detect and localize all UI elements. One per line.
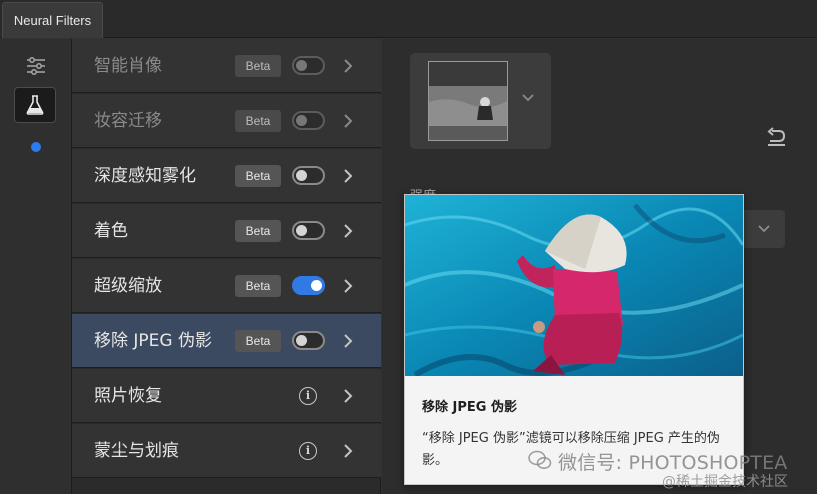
toggle-knob [296,60,307,71]
left-rail [0,39,72,494]
filter-row[interactable]: 超级缩放 Beta [72,259,381,313]
title-bar: Neural Filters [0,0,817,38]
info-icon[interactable]: i [299,387,317,405]
chevron-right-icon[interactable] [340,166,356,186]
beta-badge: Beta [235,220,281,242]
beta-badge: Beta [235,275,281,297]
flask-icon [26,95,44,115]
preview-thumbnail [428,61,508,141]
chevron-right-icon[interactable] [340,386,356,406]
filter-toggle[interactable] [292,111,325,130]
toggle-knob [296,335,307,346]
beta-badge: Beta [235,110,281,132]
filter-toggle[interactable] [292,331,325,350]
filter-row[interactable]: 妆容迁移 Beta [72,94,381,148]
toggle-knob [311,280,322,291]
beta-badge: Beta [235,55,281,77]
filter-label: 妆容迁移 [94,111,162,131]
chevron-right-icon[interactable] [340,331,356,351]
filter-toggle[interactable] [292,276,325,295]
chevron-right-icon[interactable] [340,111,356,131]
toggle-knob [296,170,307,181]
chevron-down-icon[interactable] [520,91,536,105]
chevron-right-icon[interactable] [340,441,356,461]
wechat-icon [528,450,552,469]
filter-row[interactable]: 移除 JPEG 伪影 Beta [72,314,381,368]
filter-label: 超级缩放 [94,276,162,296]
undo-icon[interactable] [764,127,788,147]
filter-label: 蒙尘与划痕 [94,441,179,461]
status-dot [31,142,41,152]
tooltip-example-image [405,195,743,376]
filter-toggle[interactable] [292,166,325,185]
chevron-right-icon[interactable] [340,221,356,241]
filter-toggle[interactable] [292,56,325,75]
beta-badge: Beta [235,165,281,187]
flask-button[interactable] [14,87,56,123]
chevron-right-icon[interactable] [340,276,356,296]
tooltip-title: 移除 JPEG 伪影 [422,400,517,415]
filter-row[interactable]: 深度感知雾化 Beta [72,149,381,203]
filter-label: 着色 [94,221,128,241]
chevron-down-icon[interactable] [756,222,772,236]
watermark-secondary: @稀土掘金技术社区 [662,474,788,490]
filter-row[interactable]: 蒙尘与划痕 i [72,424,381,478]
filter-label: 智能肖像 [94,56,162,76]
filter-list: 智能肖像 Beta 妆容迁移 Beta 深度感知雾化 Beta 着色 Beta 超级缩放 Beta… [72,39,381,494]
filter-label: 移除 JPEG 伪影 [94,331,212,351]
settings-sliders-icon[interactable] [26,57,46,75]
filter-row[interactable]: 照片恢复 i [72,369,381,423]
filter-info-tooltip: 移除 JPEG 伪影 “移除 JPEG 伪影”滤镜可以移除压缩 JPEG 产生的… [404,194,744,485]
filter-row[interactable]: 着色 Beta [72,204,381,258]
example-photo [405,195,743,376]
info-icon[interactable]: i [299,442,317,460]
chevron-right-icon[interactable] [340,56,356,76]
filter-label: 照片恢复 [94,386,162,406]
filter-row[interactable]: 智能肖像 Beta [72,39,381,93]
tab-neural-filters[interactable]: Neural Filters [2,2,103,38]
toggle-knob [296,225,307,236]
preview-image [429,62,507,140]
toggle-knob [296,115,307,126]
preview-selector[interactable] [410,53,551,149]
beta-badge: Beta [235,330,281,352]
filter-label: 深度感知雾化 [94,166,196,186]
filter-toggle[interactable] [292,221,325,240]
